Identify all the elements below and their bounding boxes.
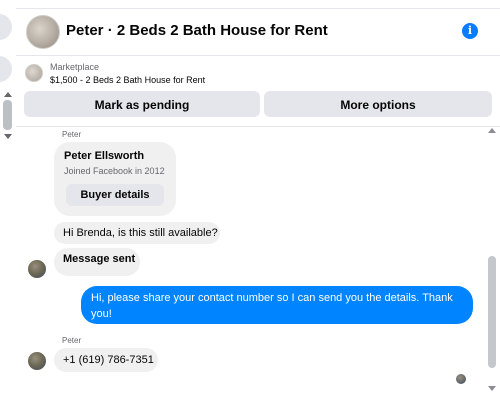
message-bubble[interactable]: Hi Brenda, is this still available? <box>54 222 220 244</box>
scroll-up-icon[interactable] <box>4 92 12 97</box>
seen-indicator-avatar <box>456 374 466 384</box>
profile-name: Peter Ellsworth <box>64 150 145 162</box>
sender-name: Peter <box>62 336 82 345</box>
sender-avatar[interactable] <box>28 260 46 278</box>
scroll-down-icon[interactable] <box>488 386 496 391</box>
scroll-down-icon[interactable] <box>4 134 12 139</box>
conversation-avatar-icon[interactable] <box>0 56 12 82</box>
left-panel <box>0 0 17 396</box>
info-icon[interactable]: i <box>462 23 478 39</box>
message-bubble[interactable]: Message sent <box>54 248 140 276</box>
more-options-button[interactable]: More options <box>264 91 492 117</box>
chat-header: Peter · 2 Beds 2 Bath House for Rent i <box>16 8 500 56</box>
sender-name: Peter <box>62 130 82 139</box>
listing-thumbnail <box>25 64 43 82</box>
profile-joined: Joined Facebook in 2012 <box>64 166 165 176</box>
buyer-details-button[interactable]: Buyer details <box>66 184 164 206</box>
profile-card: Peter Ellsworth Joined Facebook in 2012 … <box>54 142 176 216</box>
listing-avatar[interactable] <box>26 15 60 49</box>
marketplace-label: Marketplace <box>50 62 100 72</box>
listing-bar: Marketplace $1,500 - 2 Beds 2 Bath House… <box>16 56 500 127</box>
sender-avatar[interactable] <box>28 352 46 370</box>
scrollbar-thumb[interactable] <box>488 256 496 368</box>
message-list: Peter Peter Ellsworth Joined Facebook in… <box>16 126 500 396</box>
message-bubble-outgoing[interactable]: Hi, please share your contact number so … <box>81 286 473 324</box>
mark-as-pending-button[interactable]: Mark as pending <box>24 91 260 117</box>
chat-title[interactable]: Peter · 2 Beds 2 Bath House for Rent <box>66 22 328 39</box>
chat-window: Peter · 2 Beds 2 Bath House for Rent i M… <box>16 0 500 396</box>
listing-price-title[interactable]: $1,500 - 2 Beds 2 Bath House for Rent <box>50 75 205 85</box>
message-bubble[interactable]: +1 (619) 786-7351 <box>54 348 158 372</box>
conversation-avatar-icon[interactable] <box>0 14 12 40</box>
scroll-up-icon[interactable] <box>488 128 496 133</box>
scrollbar-thumb[interactable] <box>3 100 12 130</box>
chat-scrollbar[interactable] <box>486 128 498 396</box>
